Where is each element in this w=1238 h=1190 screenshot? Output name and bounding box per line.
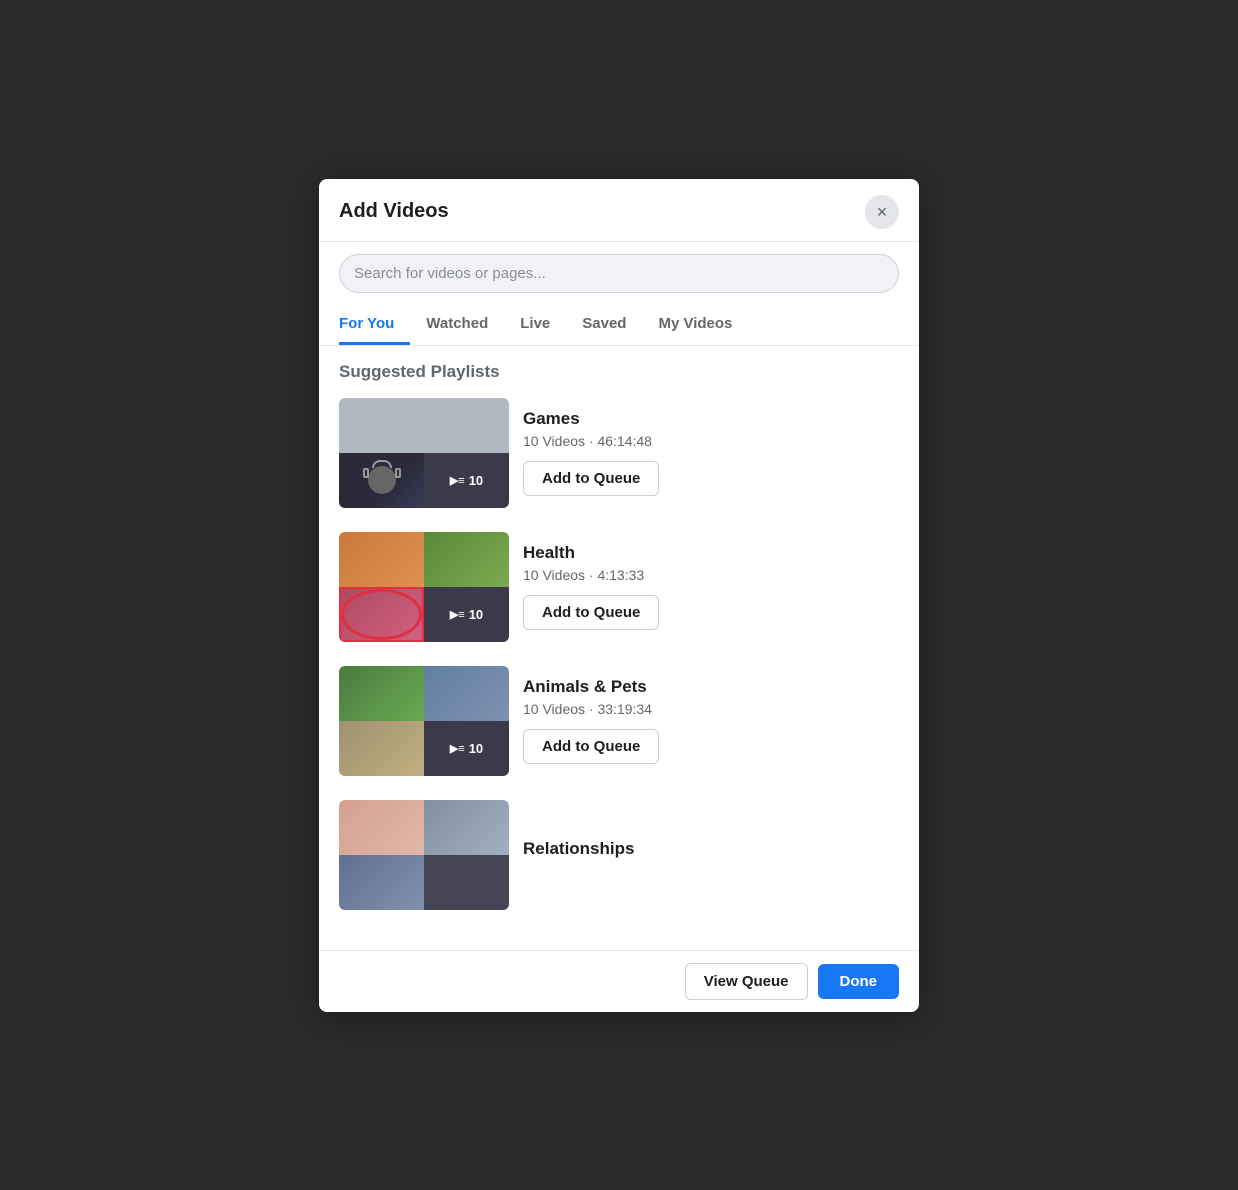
tab-for-you[interactable]: For You (339, 305, 410, 345)
playlist-item-health: ▶≡ 10 Health 10 Videos · 4:13:33 Add to … (339, 532, 899, 642)
playlist-name: Animals & Pets (523, 677, 899, 697)
thumb-cell (424, 666, 509, 721)
modal-title: Add Videos (339, 200, 449, 223)
playlist-item-relationships: Relationships (339, 800, 899, 910)
tab-watched[interactable]: Watched (410, 305, 504, 345)
playlist-info-animals: Animals & Pets 10 Videos · 33:19:34 Add … (523, 677, 899, 764)
playlist-thumb-health: ▶≡ 10 (339, 532, 509, 642)
view-queue-button[interactable]: View Queue (685, 963, 808, 1000)
section-title: Suggested Playlists (339, 362, 899, 382)
add-to-queue-button-games[interactable]: Add to Queue (523, 461, 659, 496)
search-input[interactable] (339, 254, 899, 293)
add-to-queue-button-health[interactable]: Add to Queue (523, 595, 659, 630)
modal-overlay: Add Videos × For You Watched Live Saved … (0, 0, 1238, 1190)
playlist-name: Games (523, 409, 899, 429)
modal-footer: View Queue Done (319, 950, 919, 1012)
thumb-count-overlay: ▶≡ 10 (424, 721, 509, 776)
playlist-thumb-relationships (339, 800, 509, 910)
thumb-cell (339, 666, 424, 721)
playlist-info-health: Health 10 Videos · 4:13:33 Add to Queue (523, 543, 899, 630)
playlist-item-animals-pets: ▶≡ 10 Animals & Pets 10 Videos · 33:19:3… (339, 666, 899, 776)
thumb-cell (424, 800, 509, 855)
thumb-cell (424, 855, 509, 910)
playlist-meta: 10 Videos · 33:19:34 (523, 701, 899, 717)
thumb-cell (339, 453, 424, 508)
tab-my-videos[interactable]: My Videos (642, 305, 748, 345)
tabs-bar: For You Watched Live Saved My Videos (319, 305, 919, 346)
playlist-info-games: Games 10 Videos · 46:14:48 Add to Queue (523, 409, 899, 496)
playlist-name: Relationships (523, 839, 899, 859)
thumb-count-overlay: ▶≡ 10 (424, 587, 509, 642)
thumb-cell (424, 532, 509, 587)
playlist-thumb-animals: ▶≡ 10 (339, 666, 509, 776)
add-to-queue-button-animals[interactable]: Add to Queue (523, 729, 659, 764)
thumb-cell (339, 855, 424, 910)
thumb-count-overlay: ▶≡ 10 (424, 453, 509, 508)
close-button[interactable]: × (865, 195, 899, 229)
add-videos-modal: Add Videos × For You Watched Live Saved … (319, 179, 919, 1012)
tab-live[interactable]: Live (504, 305, 566, 345)
done-button[interactable]: Done (818, 964, 900, 999)
playlist-thumb-games: ▶≡ 10 (339, 398, 509, 508)
thumb-cell (339, 398, 424, 453)
modal-header: Add Videos × (319, 179, 919, 242)
playlist-info-relationships: Relationships (523, 839, 899, 871)
thumb-cell (339, 532, 424, 587)
thumb-cell (339, 721, 424, 776)
thumb-cell (339, 800, 424, 855)
playlist-meta: 10 Videos · 46:14:48 (523, 433, 899, 449)
modal-body: Suggested Playlists (319, 346, 919, 950)
playlist-meta: 10 Videos · 4:13:33 (523, 567, 899, 583)
thumb-cell (424, 398, 509, 453)
tab-saved[interactable]: Saved (566, 305, 642, 345)
playlist-item-games: ▶≡ 10 Games 10 Videos · 46:14:48 Add to … (339, 398, 899, 508)
search-area (319, 242, 919, 305)
thumb-cell (339, 587, 424, 642)
playlist-name: Health (523, 543, 899, 563)
